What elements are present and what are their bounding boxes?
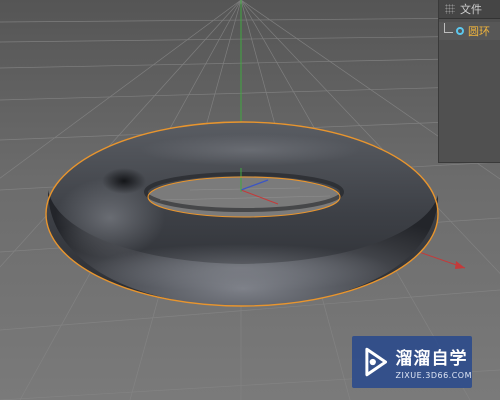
watermark-title: 溜溜自学: [395, 349, 468, 369]
watermark-badge: 溜溜自学 ZIXUE.3D66.COM: [352, 336, 472, 388]
torus-top-highlight: [140, 134, 360, 166]
panel-grip-icon[interactable]: [445, 4, 455, 14]
menu-file[interactable]: 文件: [460, 1, 482, 17]
cinema4d-window: 文件 圆环 溜溜自学 ZIXUE.3D66.COM: [0, 0, 500, 400]
torus-inner-dimple: [102, 168, 146, 194]
torus-object[interactable]: [46, 122, 438, 306]
object-list-item-torus[interactable]: 圆环: [439, 22, 500, 40]
watermark-url: ZIXUE.3D66.COM: [395, 371, 472, 380]
tree-branch-icon: [444, 23, 453, 33]
torus-icon: [456, 27, 464, 35]
watermark-text: 溜溜自学 ZIXUE.3D66.COM: [395, 344, 472, 380]
play-logo-icon: [365, 347, 388, 377]
object-manager-panel: 文件 圆环: [438, 0, 500, 163]
object-name-label[interactable]: 圆环: [468, 23, 490, 39]
object-manager-menubar: 文件: [439, 0, 500, 19]
